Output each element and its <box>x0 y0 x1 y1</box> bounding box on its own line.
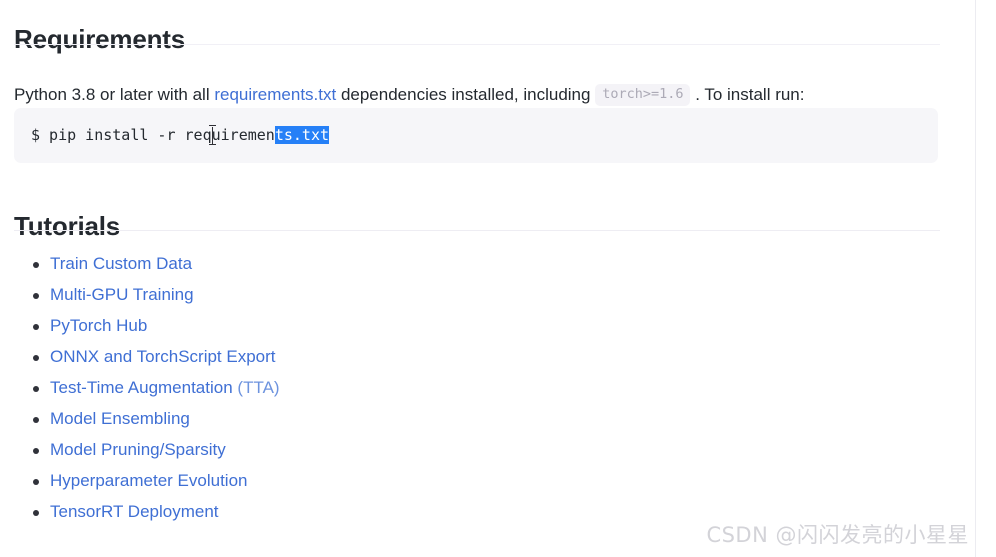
tutorial-link-model-pruning-sparsity[interactable]: Model Pruning/Sparsity <box>50 440 226 459</box>
bullet-icon <box>33 448 39 454</box>
list-item[interactable]: Model Pruning/Sparsity <box>14 434 914 465</box>
tutorial-link-label: Model Pruning/Sparsity <box>50 440 226 459</box>
intro-text-tail: . To install run: <box>690 85 805 104</box>
tutorial-link-pytorch-hub[interactable]: PyTorch Hub <box>50 316 147 335</box>
tutorials-heading: Tutorials <box>14 211 121 242</box>
bullet-icon <box>33 293 39 299</box>
tutorial-link-onnx-torchscript-export[interactable]: ONNX and TorchScript Export <box>50 347 276 366</box>
bullet-icon <box>33 262 39 268</box>
tutorial-link-label: ONNX and TorchScript Export <box>50 347 276 366</box>
tutorial-link-label: Multi-GPU Training <box>50 285 194 304</box>
tutorial-link-hyperparameter-evolution[interactable]: Hyperparameter Evolution <box>50 471 247 490</box>
tutorial-link-multi-gpu-training[interactable]: Multi-GPU Training <box>50 285 194 304</box>
list-item[interactable]: Model Ensembling <box>14 403 914 434</box>
requirements-intro-paragraph: Python 3.8 or later with all requirement… <box>14 83 944 107</box>
tutorial-link-label: TensorRT Deployment <box>50 502 219 521</box>
tutorial-link-label: Test-Time Augmentation <box>50 378 238 397</box>
list-item[interactable]: Multi-GPU Training <box>14 279 914 310</box>
intro-text-after-link: dependencies installed, including <box>336 85 596 104</box>
bullet-icon <box>33 417 39 423</box>
tutorials-heading-rule <box>14 230 940 231</box>
requirements-txt-link[interactable]: requirements.txt <box>214 85 336 104</box>
list-item[interactable]: ONNX and TorchScript Export <box>14 341 914 372</box>
csdn-watermark: CSDN @闪闪发亮的小星星 <box>706 523 969 547</box>
bullet-icon <box>33 355 39 361</box>
torch-version-code-span: torch>=1.6 <box>595 84 691 106</box>
tutorial-link-label: Hyperparameter Evolution <box>50 471 248 490</box>
tutorials-list: Train Custom Data Multi-GPU Training PyT… <box>14 248 914 527</box>
requirements-heading-rule <box>14 44 940 45</box>
tutorial-link-model-ensembling[interactable]: Model Ensembling <box>50 409 190 428</box>
list-item[interactable]: Test-Time Augmentation (TTA) <box>14 372 914 403</box>
intro-text-before-link: Python 3.8 or later with all <box>14 85 215 104</box>
page-right-divider <box>975 0 976 557</box>
tutorial-link-label: Train Custom Data <box>50 254 193 273</box>
list-item[interactable]: Hyperparameter Evolution <box>14 465 914 496</box>
tutorial-link-label: PyTorch Hub <box>50 316 148 335</box>
bullet-icon <box>33 510 39 516</box>
list-item[interactable]: Train Custom Data <box>14 248 914 279</box>
install-command-code-block[interactable]: $ pip install -r requirements.txt <box>14 108 938 163</box>
code-command-unselected: $ pip install -r requiremen <box>31 126 275 144</box>
bullet-icon <box>33 479 39 485</box>
tutorial-link-tensorrt-deployment[interactable]: TensorRT Deployment <box>50 502 219 521</box>
document-page: Requirements Python 3.8 or later with al… <box>0 0 996 557</box>
list-item[interactable]: PyTorch Hub <box>14 310 914 341</box>
bullet-icon <box>33 324 39 330</box>
requirements-heading: Requirements <box>14 24 185 55</box>
tutorial-link-test-time-augmentation[interactable]: Test-Time Augmentation (TTA) <box>50 378 280 397</box>
tutorial-link-label: Model Ensembling <box>50 409 190 428</box>
code-selection-highlight: ts.txt <box>274 126 330 144</box>
code-line[interactable]: $ pip install -r requirements.txt <box>31 125 330 146</box>
bullet-icon <box>33 386 39 392</box>
tutorial-link-train-custom-data[interactable]: Train Custom Data <box>50 254 192 273</box>
tutorial-link-suffix: (TTA) <box>237 378 280 397</box>
